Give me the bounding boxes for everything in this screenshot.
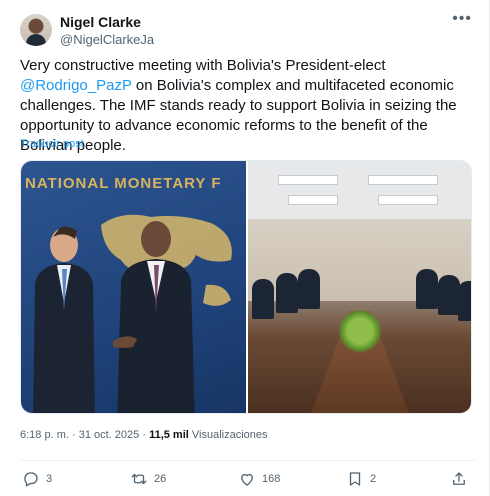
attendee-graphic bbox=[252, 279, 274, 319]
mention-link[interactable]: @Rodrigo_PazP bbox=[20, 77, 132, 94]
author-handle[interactable]: @NigelClarkeJa bbox=[60, 32, 154, 47]
like-count: 168 bbox=[262, 473, 281, 485]
bookmark-count: 2 bbox=[370, 473, 377, 485]
translate-link[interactable]: Traducir post bbox=[20, 138, 84, 150]
attendee-graphic bbox=[276, 273, 298, 313]
reply-icon bbox=[24, 472, 38, 487]
repost-icon bbox=[131, 473, 147, 485]
avatar[interactable] bbox=[20, 14, 52, 46]
attendee-graphic bbox=[298, 269, 320, 309]
more-icon[interactable]: ••• bbox=[452, 10, 472, 28]
views-label: Visualizaciones bbox=[191, 429, 268, 441]
author-name[interactable]: Nigel Clarke bbox=[60, 14, 141, 30]
bookmark-button[interactable]: 2 bbox=[346, 470, 376, 488]
attendee-graphic bbox=[458, 281, 471, 321]
person-right-graphic bbox=[113, 221, 195, 413]
person-left-graphic bbox=[33, 226, 95, 413]
post-text-start: Very constructive meeting with Bolivia's… bbox=[20, 57, 386, 74]
post-card: Nigel Clarke @NigelClarkeJa ••• Very con… bbox=[0, 0, 490, 496]
photo-handshake[interactable]: NATIONAL MONETARY F bbox=[21, 161, 246, 413]
post-date[interactable]: 31 oct. 2025 bbox=[79, 429, 140, 441]
ceiling-graphic bbox=[248, 161, 471, 219]
bookmark-icon bbox=[349, 472, 361, 486]
media-grid: NATIONAL MONETARY F bbox=[20, 160, 472, 414]
post-time[interactable]: 6:18 p. m. bbox=[20, 429, 69, 441]
banner-text: NATIONAL MONETARY F bbox=[25, 175, 222, 192]
reply-button[interactable]: 3 bbox=[22, 470, 52, 488]
post-meta: 6:18 p. m. · 31 oct. 2025 · 11,5 mil Vis… bbox=[20, 429, 268, 441]
like-button[interactable]: 168 bbox=[238, 470, 280, 488]
meta-separator: · bbox=[71, 429, 76, 441]
views-count: 11,5 mil bbox=[149, 429, 189, 441]
action-bar: 3 26 168 2 bbox=[20, 460, 476, 492]
plant-graphic bbox=[338, 309, 382, 353]
attendee-graphic bbox=[416, 269, 438, 309]
post-text: Very constructive meeting with Bolivia's… bbox=[20, 56, 476, 156]
share-button[interactable] bbox=[450, 470, 468, 488]
attendee-graphic bbox=[438, 275, 460, 315]
repost-button[interactable]: 26 bbox=[130, 470, 166, 488]
photo-meeting[interactable] bbox=[248, 161, 471, 413]
meta-separator: · bbox=[142, 429, 147, 441]
like-icon bbox=[241, 473, 253, 486]
repost-count: 26 bbox=[154, 473, 167, 485]
reply-count: 3 bbox=[46, 473, 53, 485]
share-icon bbox=[453, 472, 465, 485]
